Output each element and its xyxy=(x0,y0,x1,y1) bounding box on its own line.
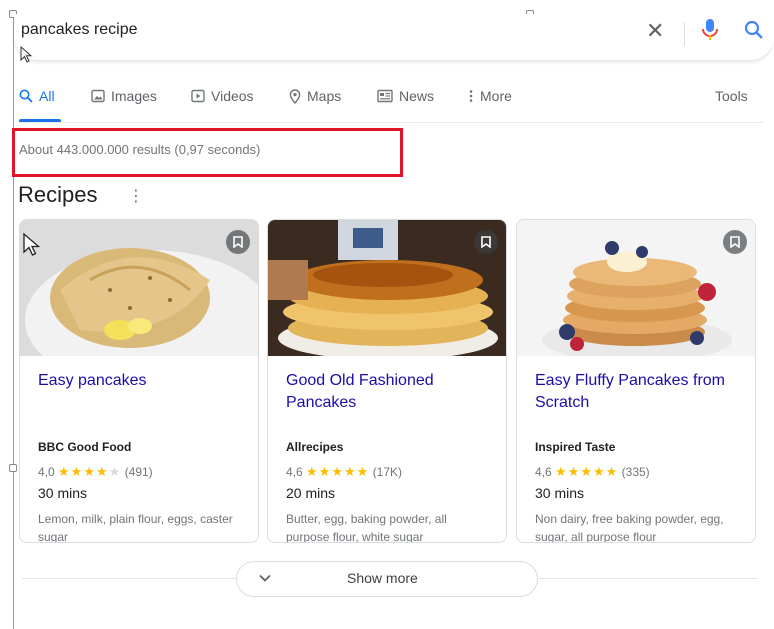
recipe-time: 20 mins xyxy=(286,485,336,501)
news-icon xyxy=(377,89,393,103)
recipe-rating: 4,6 ★★★★★ (335) xyxy=(535,464,650,480)
resize-handle[interactable] xyxy=(9,464,17,472)
recipe-ingredients: Non dairy, free baking powder, egg, suga… xyxy=(535,512,724,543)
show-more-label: Show more xyxy=(347,570,418,586)
image-icon xyxy=(91,89,105,103)
more-vert-icon xyxy=(469,90,473,102)
recipe-source: Allrecipes xyxy=(286,440,344,454)
recipe-time: 30 mins xyxy=(38,485,88,501)
rating-value: 4,6 xyxy=(535,465,552,479)
recipe-time: 30 mins xyxy=(535,485,585,501)
tab-more[interactable]: More xyxy=(468,88,512,122)
star-rating-icon: ★★★★★ xyxy=(58,464,122,479)
mouse-cursor-icon xyxy=(20,46,33,63)
bookmark-icon[interactable] xyxy=(474,230,498,254)
video-icon xyxy=(191,89,205,103)
recipe-source: Inspired Taste xyxy=(535,440,616,454)
review-count: (491) xyxy=(124,465,153,479)
show-more-button[interactable]: Show more xyxy=(236,561,538,597)
recipe-image xyxy=(268,220,506,356)
active-tab-indicator xyxy=(19,119,61,122)
search-bar[interactable]: pancakes recipe ✕ xyxy=(14,14,774,61)
more-options-icon[interactable]: ⋮ xyxy=(128,186,144,206)
search-tabs: All Images Videos Maps News More Tools xyxy=(19,88,764,123)
recipe-image xyxy=(20,220,258,356)
map-pin-icon xyxy=(289,89,301,104)
selection-guide-left xyxy=(13,14,14,629)
tab-label: News xyxy=(399,88,435,104)
rating-value: 4,6 xyxy=(286,465,303,479)
recipe-card[interactable]: Good Old Fashioned Pancakes Allrecipes 4… xyxy=(267,219,507,543)
tools-button[interactable]: Tools xyxy=(715,88,748,122)
tab-news[interactable]: News xyxy=(377,88,434,122)
search-input[interactable]: pancakes recipe xyxy=(21,21,138,39)
chevron-down-icon xyxy=(259,574,271,582)
tab-videos[interactable]: Videos xyxy=(191,88,254,122)
clear-icon[interactable]: ✕ xyxy=(646,18,664,44)
tab-label: All xyxy=(39,88,55,104)
tab-label: Videos xyxy=(211,88,254,104)
search-divider xyxy=(684,22,685,46)
recipe-title[interactable]: Easy Fluffy Pancakes from Scratch xyxy=(535,370,740,414)
tab-maps[interactable]: Maps xyxy=(289,88,341,122)
recipe-title[interactable]: Easy pancakes xyxy=(38,370,243,392)
tab-images[interactable]: Images xyxy=(91,88,157,122)
rating-value: 4,0 xyxy=(38,465,55,479)
recipe-rating: 4,0 ★★★★★ (491) xyxy=(38,464,153,480)
review-count: (335) xyxy=(621,465,650,479)
star-rating-icon: ★★★★★ xyxy=(306,464,370,479)
search-icon[interactable] xyxy=(744,20,764,45)
tools-label: Tools xyxy=(715,88,748,104)
microphone-icon[interactable] xyxy=(702,18,718,47)
recipe-card[interactable]: Easy Fluffy Pancakes from Scratch Inspir… xyxy=(516,219,756,543)
search-icon xyxy=(19,89,33,103)
bookmark-icon[interactable] xyxy=(226,230,250,254)
mouse-cursor-icon xyxy=(23,232,41,256)
recipes-heading: Recipes xyxy=(18,182,98,207)
tab-label: Maps xyxy=(307,88,342,104)
recipe-card[interactable]: Easy pancakes BBC Good Food 4,0 ★★★★★ (4… xyxy=(19,219,259,543)
recipe-ingredients: Lemon, milk, plain flour, eggs, caster s… xyxy=(38,512,233,543)
recipe-image xyxy=(517,220,755,356)
recipe-title[interactable]: Good Old Fashioned Pancakes xyxy=(286,370,491,414)
recipe-source: BBC Good Food xyxy=(38,440,132,454)
tab-all[interactable]: All xyxy=(19,88,55,122)
tab-label: Images xyxy=(111,88,157,104)
star-rating-icon: ★★★★★ xyxy=(555,464,619,479)
tab-label: More xyxy=(480,88,512,104)
bookmark-icon[interactable] xyxy=(723,230,747,254)
recipe-ingredients: Butter, egg, baking powder, all purpose … xyxy=(286,512,447,543)
review-count: (17K) xyxy=(372,465,402,479)
highlight-annotation-box xyxy=(12,128,403,177)
recipe-rating: 4,6 ★★★★★ (17K) xyxy=(286,464,402,480)
